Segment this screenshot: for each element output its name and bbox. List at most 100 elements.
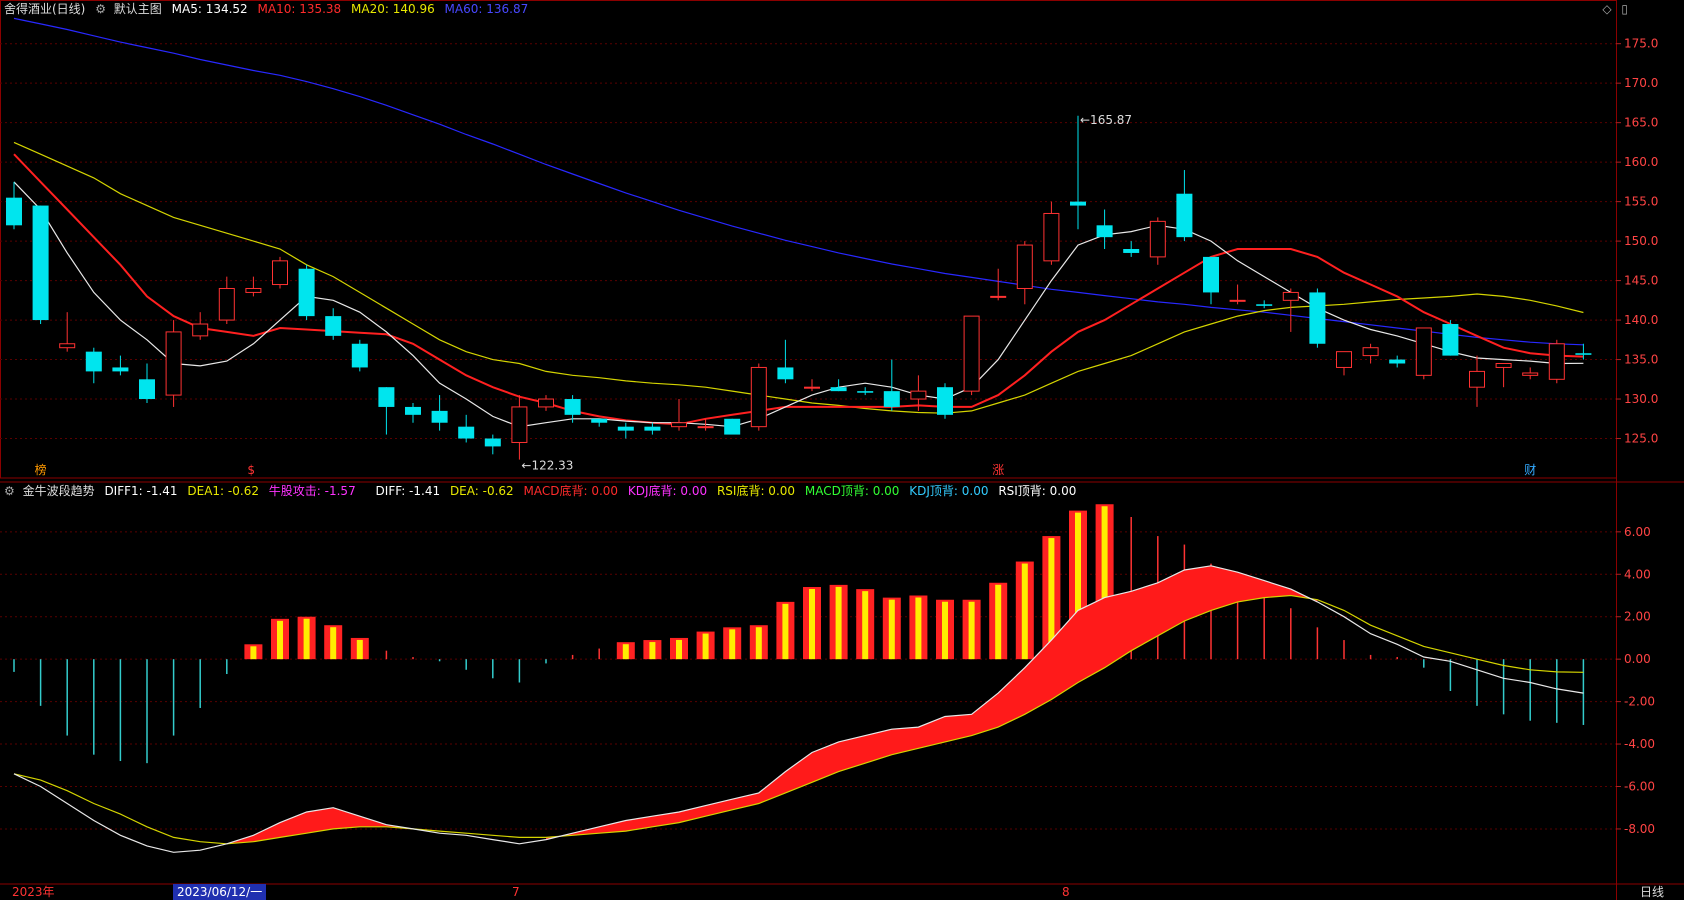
candle-body-down xyxy=(830,387,847,392)
window-icon[interactable]: ▯ xyxy=(1621,2,1628,16)
diamond-icon[interactable]: ◇ xyxy=(1602,2,1611,16)
price-axis-label: 175.0 xyxy=(1624,37,1658,51)
candle-body-up xyxy=(59,343,76,349)
candle-body-down xyxy=(1256,304,1273,306)
attack-label: 牛股攻击: -1.57 xyxy=(268,484,356,498)
candle-body-down xyxy=(1203,256,1219,293)
candle-body-down xyxy=(378,387,395,407)
indicator-name[interactable]: 金牛波段趋势 xyxy=(23,484,95,498)
candle-body-down xyxy=(617,426,634,431)
candle-body-up xyxy=(165,331,182,396)
histogram-bar-core xyxy=(782,603,789,660)
indicator-header: ⚙ 金牛波段趋势 DIFF1: -1.41 DEA1: -0.62 牛股攻击: … xyxy=(0,482,1082,500)
candle-body-up xyxy=(1016,244,1033,289)
candle-body-up xyxy=(1282,291,1299,301)
candle-body-down xyxy=(1575,353,1592,355)
candle-body-down xyxy=(857,391,874,393)
chart-canvas: 175.0 170.0 165.0 160.0 155.0 150.0 145.0 140.0… xyxy=(0,0,1684,900)
kdj-bottom-label: KDJ底背: 0.00 xyxy=(627,484,708,498)
candle-body-down xyxy=(564,399,581,415)
rsi-top-label: RSI顶背: 0.00 xyxy=(998,484,1077,498)
candle-body-down xyxy=(32,205,49,321)
candle-body-down xyxy=(351,343,368,368)
low-price-annotation: ←122.33 xyxy=(521,459,573,473)
candle-body-up xyxy=(1149,220,1166,258)
event-marker: 涨 xyxy=(992,462,1004,477)
event-marker: 榜 xyxy=(35,462,47,477)
candle-body-up xyxy=(1336,351,1352,368)
template-name[interactable]: 默认主图 xyxy=(114,2,162,16)
candle-body-down xyxy=(591,418,608,423)
histogram-bar-core xyxy=(702,633,709,660)
dea1-label: DEA1: -0.62 xyxy=(187,484,259,498)
candle-body-down xyxy=(1442,324,1459,356)
candle-body-down xyxy=(644,426,661,431)
histogram-bar-core xyxy=(649,642,656,660)
price-axis-label: 130.0 xyxy=(1624,392,1658,406)
diff1-label: DIFF1: -1.41 xyxy=(104,484,178,498)
month-jul: 7 xyxy=(512,885,520,899)
ma20-line xyxy=(13,141,1584,414)
candle-body-up xyxy=(1548,343,1565,380)
histogram-bar-core xyxy=(250,646,257,660)
main-chart-header: 舍得酒业(日线) ⚙ 默认主图 MA5: 134.52 MA10: 135.38… xyxy=(0,0,534,18)
ma60-label: MA60: 136.87 xyxy=(444,2,529,16)
histogram-bar-core xyxy=(303,618,310,660)
kdj-top-label: KDJ顶背: 0.00 xyxy=(909,484,989,498)
candle-body-down xyxy=(1070,201,1086,206)
diff-line xyxy=(13,565,1584,853)
stock-title[interactable]: 舍得酒业(日线) xyxy=(4,2,85,16)
candle-body-up xyxy=(990,295,1007,298)
window-controls: ◇ ▯ xyxy=(1596,2,1628,16)
ma10-label: MA10: 135.38 xyxy=(257,2,342,16)
macd-top-label: MACD顶背: 0.00 xyxy=(804,484,900,498)
price-axis-label: 165.0 xyxy=(1624,116,1658,130)
candle-body-up xyxy=(963,315,980,392)
histogram-bar-core xyxy=(862,591,869,660)
macd-bottom-label: MACD底背: 0.00 xyxy=(523,484,619,498)
candle-body-up xyxy=(804,386,820,389)
price-axis-label: 170.0 xyxy=(1624,76,1658,90)
candle-body-down xyxy=(139,379,155,400)
candle-body-up xyxy=(750,366,767,428)
candle-body-up xyxy=(1043,212,1060,262)
histogram-bar-core xyxy=(755,627,762,660)
histogram-bar-core xyxy=(277,620,283,660)
price-axis-label: 155.0 xyxy=(1624,195,1658,209)
histogram-bar-core xyxy=(356,639,363,660)
period-button[interactable]: 日线 xyxy=(1640,884,1664,900)
diff-label: DIFF: -1.41 xyxy=(375,484,441,498)
candle-body-down xyxy=(1096,225,1113,238)
candle-body-down xyxy=(1123,249,1140,253)
dea-line xyxy=(13,594,1584,845)
macd-axis-label: -4.00 xyxy=(1624,737,1655,751)
year-label: 2023年 xyxy=(12,885,55,899)
histogram-bar-core xyxy=(676,639,682,660)
gear-icon[interactable]: ⚙ xyxy=(4,482,15,500)
diff-dea-band xyxy=(226,807,413,844)
histogram-bar-core xyxy=(622,644,629,660)
diff-dea-band xyxy=(546,565,1318,840)
histogram-bar-core xyxy=(330,627,337,660)
candle-body-up xyxy=(1362,347,1379,357)
macd-axis-label: 2.00 xyxy=(1624,610,1651,624)
high-price-annotation: ←165.87 xyxy=(1080,113,1132,127)
candle-body-up xyxy=(671,422,687,428)
candle-body-up xyxy=(538,398,554,408)
candle-body-up xyxy=(245,287,262,293)
histogram-bar-core xyxy=(1021,563,1028,660)
ma60-line xyxy=(13,17,1584,346)
histogram-bar-core xyxy=(995,584,1002,660)
candle-body-down xyxy=(6,197,22,226)
candle-body-down xyxy=(112,367,129,372)
event-marker: 财 xyxy=(1524,463,1536,477)
gear-icon[interactable]: ⚙ xyxy=(95,0,106,18)
ma20-label: MA20: 140.96 xyxy=(351,2,435,16)
candle-body-up xyxy=(910,390,927,400)
candle-body-up xyxy=(511,406,528,443)
candle-body-up xyxy=(697,426,714,429)
candle-body-down xyxy=(298,268,315,317)
macd-axis-label: 4.00 xyxy=(1624,567,1651,581)
candle-body-down xyxy=(431,410,448,423)
histogram-bar-core xyxy=(968,601,975,660)
